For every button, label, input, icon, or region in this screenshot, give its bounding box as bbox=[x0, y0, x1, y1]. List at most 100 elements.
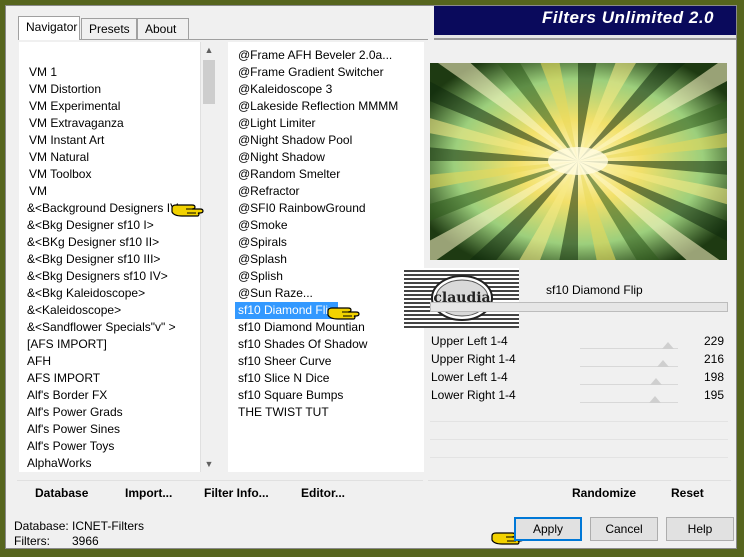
database-label: Database: bbox=[14, 519, 69, 533]
slider-thumb[interactable] bbox=[648, 396, 661, 403]
parameter-slider-row[interactable]: Upper Left 1-4 229 bbox=[430, 334, 728, 352]
scrollbar-thumb[interactable] bbox=[203, 60, 215, 104]
parameter-slider-row[interactable]: Upper Right 1-4 216 bbox=[430, 352, 728, 370]
filter-list-item[interactable]: THE TWIST TUT bbox=[235, 404, 332, 421]
filter-list-item[interactable]: @Spirals bbox=[235, 234, 290, 251]
parameter-value: 198 bbox=[703, 370, 724, 384]
app-title: Filters Unlimited 2.0 bbox=[541, 8, 714, 27]
filter-list-item[interactable]: @Lakeside Reflection MMMM bbox=[235, 98, 401, 115]
parameter-value: 216 bbox=[703, 352, 724, 366]
filter-list-item[interactable]: @Random Smelter bbox=[235, 166, 343, 183]
slider-track[interactable] bbox=[580, 384, 678, 385]
scroll-down-arrow-icon[interactable]: ▼ bbox=[201, 456, 217, 472]
filters-label: Filters: bbox=[14, 534, 50, 548]
slider-track[interactable] bbox=[580, 402, 678, 403]
category-list-item[interactable]: VM Extravaganza bbox=[29, 115, 124, 132]
filter-list-item[interactable]: @Sun Raze... bbox=[235, 285, 316, 302]
pointing-hand-icon bbox=[171, 204, 204, 217]
database-button[interactable]: Database bbox=[35, 486, 88, 500]
category-list-item[interactable]: VM Toolbox bbox=[29, 166, 91, 183]
outer-frame: Filters Unlimited 2.0 Navigator Presets … bbox=[0, 0, 744, 557]
category-list-item[interactable]: &<Sandflower Specials"v" > bbox=[27, 319, 176, 336]
category-list-item[interactable]: &<Bkg Kaleidoscope> bbox=[27, 285, 145, 302]
category-list-item[interactable]: &<Bkg Designer sf10 III> bbox=[27, 251, 160, 268]
tab-presets[interactable]: Presets bbox=[81, 18, 137, 39]
preview-image bbox=[430, 63, 727, 260]
category-list-item[interactable]: Alf's Power Toys bbox=[27, 438, 114, 455]
category-list-item[interactable]: VM Distortion bbox=[29, 81, 101, 98]
progress-bar bbox=[430, 302, 728, 312]
filter-list-item[interactable]: sf10 Diamond Flip bbox=[235, 302, 338, 319]
status-area: Database: ICNET-Filters Filters: 3966 bbox=[14, 519, 144, 548]
filter-list-item[interactable]: @Splish bbox=[235, 268, 286, 285]
category-list-item[interactable]: VM Experimental bbox=[29, 98, 120, 115]
category-list[interactable]: VM 1 VM Distortion VM Experimental VM Extra… bbox=[19, 42, 215, 472]
category-list-item[interactable]: Alf's Power Sines bbox=[27, 421, 120, 438]
divider bbox=[430, 457, 728, 458]
selected-filter-name: sf10 Diamond Flip bbox=[546, 283, 643, 297]
filter-list-item[interactable]: sf10 Sheer Curve bbox=[235, 353, 334, 370]
tab-navigator[interactable]: Navigator bbox=[18, 16, 80, 40]
category-list-item[interactable]: &<Background Designers IV> bbox=[27, 200, 185, 217]
reset-button[interactable]: Reset bbox=[671, 486, 704, 500]
randomize-button[interactable]: Randomize bbox=[572, 486, 636, 500]
parameter-slider-row[interactable]: Lower Left 1-4 198 bbox=[430, 370, 728, 388]
filter-list-item[interactable]: @Night Shadow Pool bbox=[235, 132, 355, 149]
filter-list-item[interactable]: @Frame Gradient Switcher bbox=[235, 64, 387, 81]
category-list-item[interactable]: VM bbox=[29, 183, 47, 200]
slider-thumb[interactable] bbox=[657, 360, 669, 367]
filters-unlimited-dialog: Filters Unlimited 2.0 Navigator Presets … bbox=[5, 5, 737, 549]
category-list-item[interactable]: AFH bbox=[27, 353, 51, 370]
category-list-item[interactable]: &<BKg Designer sf10 II> bbox=[27, 234, 159, 251]
filter-list-item[interactable]: @Splash bbox=[235, 251, 290, 268]
divider bbox=[430, 421, 728, 422]
filter-list-item[interactable]: @SFI0 RainbowGround bbox=[235, 200, 369, 217]
claudia-watermark-logo: claudia bbox=[404, 268, 519, 328]
apply-button[interactable]: Apply bbox=[514, 517, 582, 541]
filter-list-item[interactable]: @Kaleidoscope 3 bbox=[235, 81, 335, 98]
category-list-item[interactable]: VM Natural bbox=[29, 149, 89, 166]
parameter-value: 195 bbox=[703, 388, 724, 402]
parameter-value: 229 bbox=[703, 334, 724, 348]
title-banner: Filters Unlimited 2.0 bbox=[434, 6, 736, 38]
navigator-toolbar: Database Import... Filter Info... Editor… bbox=[17, 480, 423, 507]
pointing-hand-icon bbox=[327, 307, 360, 320]
filter-list-item[interactable]: @Light Limiter bbox=[235, 115, 319, 132]
category-list-scrollbar[interactable]: ▲ ▼ bbox=[200, 42, 217, 472]
filter-list-item[interactable]: @Refractor bbox=[235, 183, 303, 200]
filter-list-item[interactable]: sf10 Shades Of Shadow bbox=[235, 336, 370, 353]
filter-info-button[interactable]: Filter Info... bbox=[204, 486, 269, 500]
cancel-button[interactable]: Cancel bbox=[590, 517, 658, 541]
category-list-item[interactable]: AFS IMPORT bbox=[27, 370, 100, 387]
filter-list-item[interactable]: sf10 Slice N Dice bbox=[235, 370, 332, 387]
filter-list-item[interactable]: @Frame AFH Beveler 2.0a... bbox=[235, 47, 395, 64]
category-list-item[interactable]: &<Kaleidoscope> bbox=[27, 302, 121, 319]
scroll-up-arrow-icon[interactable]: ▲ bbox=[201, 42, 217, 58]
help-button[interactable]: Help bbox=[666, 517, 734, 541]
tab-about[interactable]: About bbox=[137, 18, 189, 39]
filter-list-item[interactable]: @Smoke bbox=[235, 217, 291, 234]
filter-list[interactable]: @Frame AFH Beveler 2.0a... @Frame Gradien… bbox=[228, 42, 424, 472]
category-list-item[interactable]: &<Bkg Designer sf10 I> bbox=[27, 217, 154, 234]
database-value: ICNET-Filters bbox=[72, 519, 144, 533]
category-list-item[interactable]: &<Bkg Designers sf10 IV> bbox=[27, 268, 168, 285]
filter-list-item[interactable]: sf10 Square Bumps bbox=[235, 387, 346, 404]
filter-preview bbox=[430, 63, 727, 260]
parameter-slider-row[interactable]: Lower Right 1-4 195 bbox=[430, 388, 728, 406]
filter-list-item[interactable]: @Night Shadow bbox=[235, 149, 328, 166]
parameter-label: Lower Left 1-4 bbox=[431, 370, 508, 384]
filters-count: 3966 bbox=[72, 534, 99, 548]
category-list-item[interactable]: VM 1 bbox=[29, 64, 57, 81]
parameter-toolbar: Randomize Reset bbox=[428, 480, 731, 507]
parameter-label: Upper Right 1-4 bbox=[431, 352, 516, 366]
category-list-item[interactable]: VM Instant Art bbox=[29, 132, 104, 149]
import-button[interactable]: Import... bbox=[125, 486, 172, 500]
category-list-item[interactable]: Alf's Power Grads bbox=[27, 404, 123, 421]
category-list-item[interactable]: AlphaWorks bbox=[27, 455, 91, 472]
category-list-item[interactable]: [AFS IMPORT] bbox=[27, 336, 107, 353]
editor-button[interactable]: Editor... bbox=[301, 486, 345, 500]
slider-thumb[interactable] bbox=[662, 342, 674, 349]
parameter-label: Upper Left 1-4 bbox=[431, 334, 508, 348]
category-list-item[interactable]: Alf's Border FX bbox=[27, 387, 107, 404]
slider-thumb[interactable] bbox=[650, 378, 663, 385]
